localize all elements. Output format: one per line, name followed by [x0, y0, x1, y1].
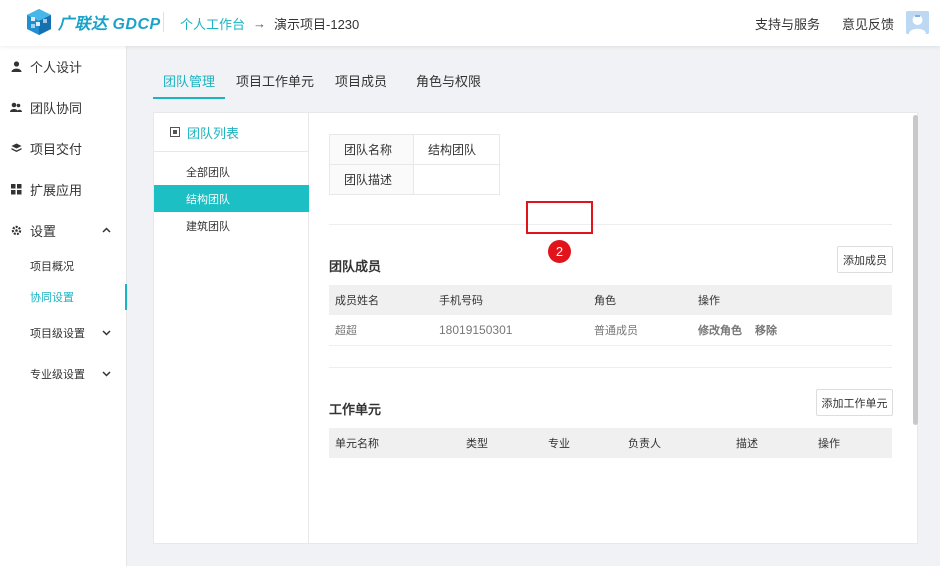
chevron-up-icon [102, 225, 111, 236]
chevron-down-icon [102, 369, 111, 380]
avatar[interactable] [906, 11, 929, 34]
sidebar-item-label: 扩展应用 [30, 182, 83, 198]
team-list: 团队列表 全部团队 结构团队 建筑团队 [154, 113, 309, 543]
user-avatar-icon [906, 11, 929, 34]
sidebar-subitem-label: 协同设置 [30, 292, 74, 304]
remove-member-link[interactable]: 移除 [755, 315, 777, 345]
team-list-item-architecture[interactable]: 建筑团队 [154, 212, 309, 239]
team-icon [10, 101, 22, 113]
member-role: 普通成员 [594, 325, 638, 337]
gear-icon [10, 224, 22, 236]
column-header: 角色 [594, 295, 616, 307]
main-panel: 团队列表 全部团队 结构团队 建筑团队 团队名称 结构团队 团队描述 团队成员 … [153, 112, 918, 544]
sidebar-subitem-label: 专业级设置 [30, 369, 85, 381]
team-desc-label: 团队描述 [329, 164, 414, 195]
team-list-item-structure[interactable]: 结构团队 [154, 185, 309, 212]
tab-project-members[interactable]: 项目成员 [325, 66, 397, 99]
column-header: 类型 [466, 438, 488, 450]
sidebar-subitem-label: 项目级设置 [30, 328, 85, 340]
members-table-header: 成员姓名 手机号码 角色 操作 [329, 285, 892, 315]
sidebar-subitem-project-level-settings[interactable]: 项目级设置 [0, 320, 127, 346]
sidebar-subitem-discipline-level-settings[interactable]: 专业级设置 [0, 361, 127, 387]
section-divider [329, 367, 892, 368]
team-list-title: 团队列表 [187, 125, 240, 141]
sidebar: 个人设计 团队协同 项目交付 扩展应用 设置 项目概况 协同设置 项目级设置 专… [0, 46, 127, 566]
sidebar-subitem-label: 项目概况 [30, 261, 74, 273]
members-table: 成员姓名 手机号码 角色 操作 超超 18019150301 普通成员 修改角色… [329, 285, 892, 347]
image-icon [170, 127, 180, 137]
chevron-down-icon [102, 328, 111, 339]
arrow-right-icon: → [253, 16, 267, 31]
sidebar-subitem-project-overview[interactable]: 项目概况 [0, 253, 127, 279]
sidebar-item-label: 团队协同 [30, 100, 83, 116]
column-header: 单元名称 [335, 438, 379, 450]
sidebar-item-team-collab[interactable]: 团队协同 [0, 93, 127, 121]
add-member-button[interactable]: 添加成员 [837, 246, 893, 273]
sidebar-item-label: 个人设计 [30, 59, 83, 75]
member-phone: 18019150301 [439, 323, 513, 337]
column-header: 手机号码 [439, 295, 483, 307]
sidebar-item-label: 项目交付 [30, 141, 83, 157]
team-info-table: 团队名称 结构团队 团队描述 [329, 134, 500, 195]
sidebar-item-personal-design[interactable]: 个人设计 [0, 52, 127, 80]
tab-team-management[interactable]: 团队管理 [153, 66, 226, 99]
layers-icon [10, 142, 22, 154]
sidebar-item-extensions[interactable]: 扩展应用 [0, 175, 127, 203]
work-units-section-title: 工作单元 [329, 402, 382, 417]
sidebar-item-project-delivery[interactable]: 项目交付 [0, 134, 127, 162]
top-header: 广联达 GDCP 个人工作台 → 演示项目-1230 支持与服务 意见反馈 [0, 0, 940, 46]
logo-cube-icon [27, 9, 51, 35]
header-divider [163, 12, 164, 32]
column-header: 成员姓名 [335, 295, 379, 307]
active-indicator [125, 284, 127, 310]
person-icon [10, 60, 22, 72]
table-row: 超超 18019150301 普通成员 修改角色 移除 [329, 315, 892, 346]
breadcrumb: 个人工作台 → 演示项目-1230 [180, 14, 359, 33]
section-divider [329, 224, 892, 225]
work-units-table: 单元名称 类型 专业 负责人 描述 操作 [329, 428, 892, 459]
sidebar-item-label: 设置 [30, 223, 57, 239]
column-header: 负责人 [628, 438, 661, 450]
breadcrumb-home-link[interactable]: 个人工作台 [180, 14, 245, 33]
grid-icon [10, 183, 22, 195]
members-section-title: 团队成员 [329, 259, 382, 274]
add-work-unit-button[interactable]: 添加工作单元 [816, 389, 893, 416]
edit-role-link[interactable]: 修改角色 [698, 315, 742, 345]
member-name: 超超 [335, 325, 357, 337]
team-list-item-all[interactable]: 全部团队 [154, 158, 309, 185]
column-header: 操作 [698, 295, 720, 307]
step-badge: 2 [548, 240, 571, 263]
team-desc-value [413, 164, 500, 195]
app-logo[interactable]: 广联达 GDCP [24, 7, 161, 37]
tab-roles-permissions[interactable]: 角色与权限 [406, 66, 491, 99]
highlight-box [526, 201, 593, 234]
team-list-header: 团队列表 [154, 113, 309, 152]
column-header: 描述 [736, 438, 758, 450]
tab-project-work-units[interactable]: 项目工作单元 [226, 66, 324, 99]
tab-bar: 团队管理 项目工作单元 项目成员 角色与权限 [153, 66, 492, 100]
logo-text: 广联达 GDCP [58, 16, 161, 33]
column-header: 专业 [548, 438, 570, 450]
breadcrumb-current: 演示项目-1230 [274, 17, 360, 32]
support-link[interactable]: 支持与服务 [755, 14, 820, 33]
work-units-table-header: 单元名称 类型 专业 负责人 描述 操作 [329, 428, 892, 458]
scrollbar-thumb[interactable] [913, 115, 918, 425]
sidebar-item-settings[interactable]: 设置 [0, 216, 127, 244]
sidebar-subitem-collab-settings[interactable]: 协同设置 [0, 284, 127, 310]
team-name-label: 团队名称 [329, 134, 414, 165]
column-header: 操作 [818, 438, 840, 450]
feedback-link[interactable]: 意见反馈 [842, 14, 894, 33]
team-name-value: 结构团队 [413, 134, 500, 165]
